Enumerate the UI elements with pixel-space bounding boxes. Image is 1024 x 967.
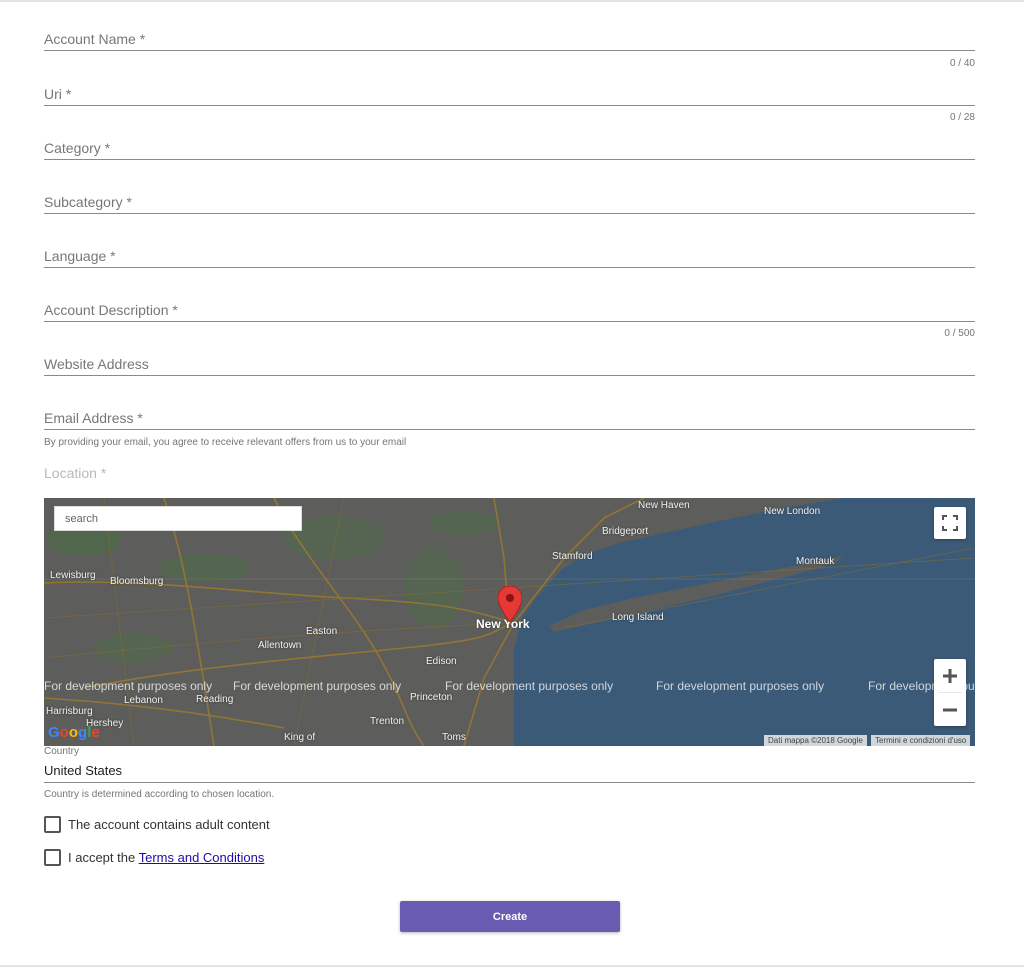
map-label-reading: Reading	[196, 694, 234, 705]
country-field[interactable]: United States	[44, 762, 975, 783]
map-label-easton: Easton	[306, 626, 338, 637]
accept-terms-prefix: I accept the	[68, 849, 136, 865]
email-address-field[interactable]: Email Address *	[44, 410, 975, 430]
uri-label: Uri *	[44, 86, 72, 102]
language-label: Language *	[44, 248, 116, 264]
map-label-princeton: Princeton	[410, 692, 453, 703]
account-name-counter: 0 / 40	[949, 58, 975, 69]
account-name-field[interactable]: Account Name *	[44, 31, 975, 51]
plus-icon	[943, 668, 957, 683]
location-map[interactable]: New Haven New London Bridgeport Stamford…	[44, 498, 975, 746]
map-label-new-haven: New Haven	[638, 500, 690, 511]
minus-icon	[943, 708, 957, 711]
map-label-lewisburg: Lewisburg	[50, 570, 96, 581]
fullscreen-icon	[942, 515, 958, 531]
location-marker-icon[interactable]	[498, 586, 522, 622]
top-divider	[0, 0, 1024, 2]
map-label-edison: Edison	[426, 656, 457, 667]
map-label-new-london: New London	[764, 506, 821, 517]
dev-watermark-1: For development purposes only	[44, 679, 213, 693]
country-hint: Country is determined according to chose…	[44, 789, 275, 800]
map-label-trenton: Trenton	[370, 716, 405, 727]
adult-content-checkbox[interactable]	[44, 815, 61, 833]
website-address-field[interactable]: Website Address	[44, 356, 975, 376]
create-button[interactable]: Create	[400, 901, 620, 932]
email-address-label: Email Address *	[44, 410, 143, 426]
map-label-toms: Toms	[442, 732, 466, 743]
map-search-input[interactable]	[54, 506, 302, 531]
uri-field[interactable]: Uri *	[44, 86, 975, 106]
map-label-bridgeport: Bridgeport	[602, 526, 649, 537]
accept-terms-checkbox[interactable]	[44, 848, 61, 866]
category-label: Category *	[44, 140, 111, 156]
map-label-lebanon: Lebanon	[124, 695, 163, 706]
map-label-king-of: King of	[284, 732, 316, 743]
zoom-in-button[interactable]	[934, 659, 966, 692]
map-label-allentown: Allentown	[258, 640, 302, 651]
map-label-long-island: Long Island	[612, 612, 664, 623]
country-value: United States	[44, 763, 123, 778]
location-label: Location *	[44, 465, 107, 481]
dev-watermark-4: For development purposes only	[656, 679, 825, 693]
map-label-montauk: Montauk	[796, 556, 835, 567]
email-hint: By providing your email, you agree to re…	[44, 437, 407, 448]
subcategory-label: Subcategory *	[44, 194, 132, 210]
adult-content-row[interactable]: The account contains adult content	[44, 815, 270, 833]
zoom-out-button[interactable]	[934, 693, 966, 726]
map-label-harrisburg: Harrisburg	[46, 706, 93, 717]
map-data-attribution: Dati mappa ©2018 Google	[764, 735, 867, 746]
category-select[interactable]: Category *	[44, 140, 975, 160]
adult-content-label[interactable]: The account contains adult content	[68, 817, 270, 832]
country-label: Country	[44, 746, 80, 757]
dev-watermark-3: For development purposes only	[445, 679, 614, 693]
uri-counter: 0 / 28	[949, 112, 975, 123]
map-label-bloomsburg: Bloomsburg	[110, 576, 164, 587]
accept-terms-label[interactable]: I accept the Terms and Conditions	[68, 850, 264, 865]
dev-watermark-2: For development purposes only	[233, 679, 402, 693]
account-name-label: Account Name *	[44, 31, 146, 47]
google-logo: Google	[48, 724, 100, 741]
zoom-controls	[934, 659, 966, 726]
account-description-label: Account Description *	[44, 302, 178, 318]
map-label-stamford: Stamford	[552, 551, 593, 562]
terms-and-conditions-link[interactable]: Terms and Conditions	[139, 850, 265, 865]
map-terms-link[interactable]: Termini e condizioni d'uso	[871, 735, 971, 746]
website-address-label: Website Address	[44, 356, 149, 372]
terms-row[interactable]: I accept the Terms and Conditions	[44, 848, 264, 866]
subcategory-select[interactable]: Subcategory *	[44, 194, 975, 214]
account-description-field[interactable]: Account Description *	[44, 302, 975, 322]
fullscreen-button[interactable]	[934, 507, 966, 539]
language-select[interactable]: Language *	[44, 248, 975, 268]
account-description-counter: 0 / 500	[944, 328, 975, 339]
